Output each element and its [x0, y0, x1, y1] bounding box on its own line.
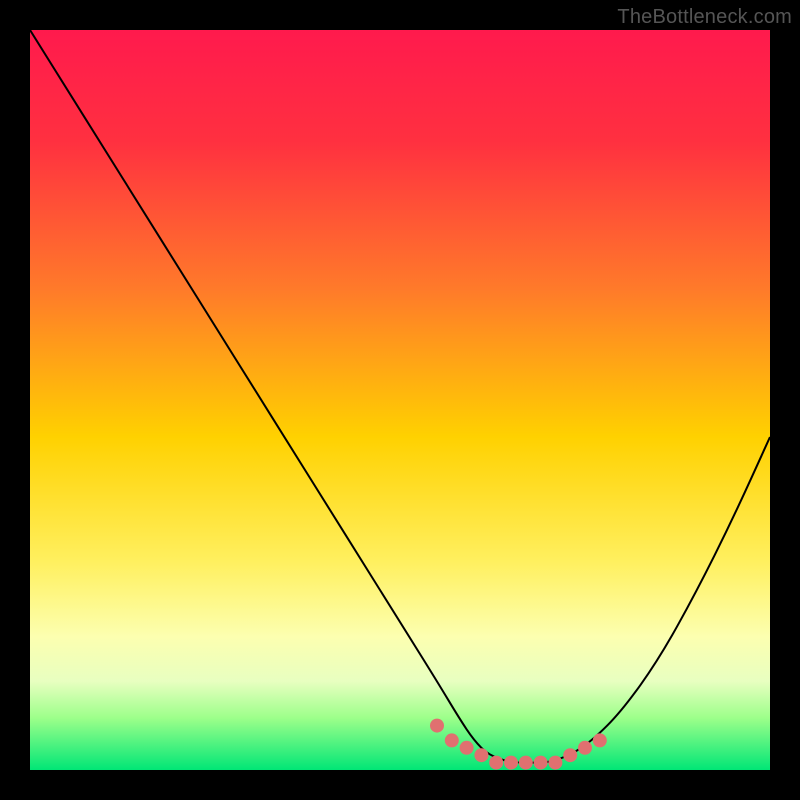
marker-dot	[563, 748, 577, 762]
bottleneck-curve	[30, 30, 770, 763]
marker-dot	[578, 741, 592, 755]
marker-dot	[519, 756, 533, 770]
marker-dot	[489, 756, 503, 770]
marker-dot	[430, 719, 444, 733]
marker-dot	[534, 756, 548, 770]
marker-dot	[504, 756, 518, 770]
marker-dot	[548, 756, 562, 770]
curve-layer	[30, 30, 770, 770]
marker-dot	[474, 748, 488, 762]
chart-stage: TheBottleneck.com	[0, 0, 800, 800]
marker-dot	[593, 733, 607, 747]
marker-dot	[445, 733, 459, 747]
watermark-text: TheBottleneck.com	[617, 6, 792, 29]
plot-area	[30, 30, 770, 770]
marker-dot	[460, 741, 474, 755]
